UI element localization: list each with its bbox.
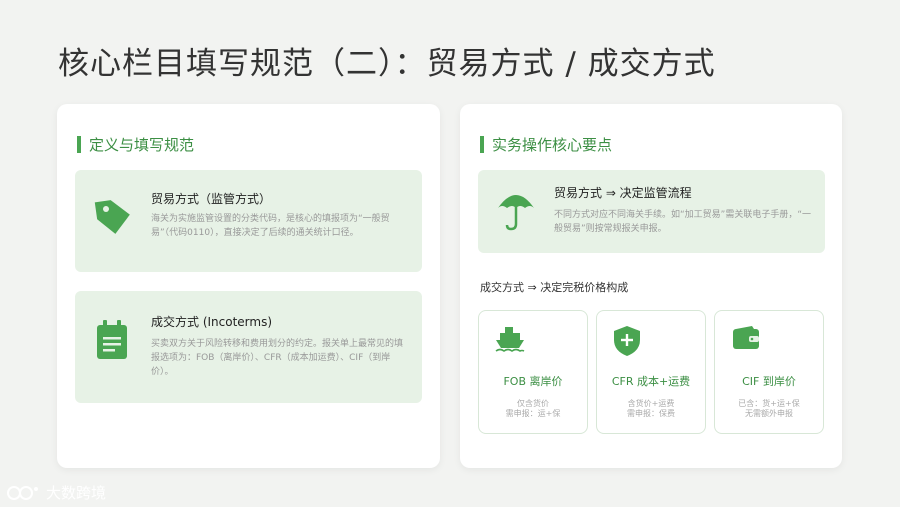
cif-title: CIF 到岸价 [742, 375, 796, 388]
wallet-icon [731, 325, 761, 355]
fob-desc: 仅含货价 需申报：运+保 [505, 399, 561, 418]
fob-title: FOB 离岸价 [503, 375, 563, 388]
watermark-logo: 大数跨境 [6, 482, 106, 503]
transaction-mode-title: 成交方式 (Incoterms) [151, 315, 273, 329]
transaction-mode-box: 成交方式 (Incoterms) 买卖双方关于风险转移和费用划分的约定。报关单上… [75, 291, 422, 403]
practice-card: 实务操作核心要点 贸易方式 ⇒ 决定监管流程 不同方式对应不同海关手续。如“加工… [460, 104, 842, 468]
supervision-desc: 不同方式对应不同海关手续。如“加工贸易”需关联电子手册，“一般贸易”则按常规报关… [554, 210, 811, 234]
ship-icon [495, 325, 525, 357]
transaction-mode-desc: 买卖双方关于风险转移和费用划分的约定。报关单上最常见的填报选项为：FOB（离岸价… [151, 339, 404, 377]
practice-section-header: 实务操作核心要点 [480, 134, 612, 155]
cfr-card: CFR 成本+运费 含货价+运费 需申报：保费 [596, 310, 706, 434]
cfr-title: CFR 成本+运费 [611, 375, 691, 388]
trade-mode-desc: 海关为实施监管设置的分类代码，是核心的填报项为“一般贸易”（代码0110），直接… [151, 214, 390, 238]
valuation-subtitle: 成交方式 ⇒ 决定完税价格构成 [480, 281, 629, 294]
supervision-title: 贸易方式 ⇒ 决定监管流程 [554, 186, 692, 200]
definition-section-header: 定义与填写规范 [77, 134, 194, 155]
notepad-icon [95, 319, 129, 365]
trade-mode-box: 贸易方式（监管方式） 海关为实施监管设置的分类代码，是核心的填报项为“一般贸易”… [75, 170, 422, 272]
supervision-box: 贸易方式 ⇒ 决定监管流程 不同方式对应不同海关手续。如“加工贸易”需关联电子手… [478, 170, 825, 253]
accent-bar [77, 136, 81, 153]
tag-icon [93, 196, 133, 242]
practice-section-title: 实务操作核心要点 [492, 136, 613, 154]
cfr-desc: 含货价+运费 需申报：保费 [627, 399, 675, 418]
definition-section-title: 定义与填写规范 [89, 136, 195, 154]
cif-desc: 已含：货+运+保 无需额外申报 [738, 399, 800, 418]
cif-card: CIF 到岸价 已含：货+运+保 无需额外申报 [714, 310, 824, 434]
watermark-text: 大数跨境 [46, 484, 107, 502]
page-title: 核心栏目填写规范（二）：贸易方式 / 成交方式 [58, 46, 716, 82]
brand-logo-icon [7, 485, 38, 500]
fob-card: FOB 离岸价 仅含货价 需申报：运+保 [478, 310, 588, 434]
definition-card: 定义与填写规范 贸易方式（监管方式） 海关为实施监管设置的分类代码，是核心的填报… [57, 104, 440, 468]
accent-bar [480, 136, 484, 153]
umbrella-icon [496, 188, 536, 236]
trade-mode-title: 贸易方式（监管方式） [151, 192, 272, 206]
shield-plus-icon [613, 325, 641, 361]
